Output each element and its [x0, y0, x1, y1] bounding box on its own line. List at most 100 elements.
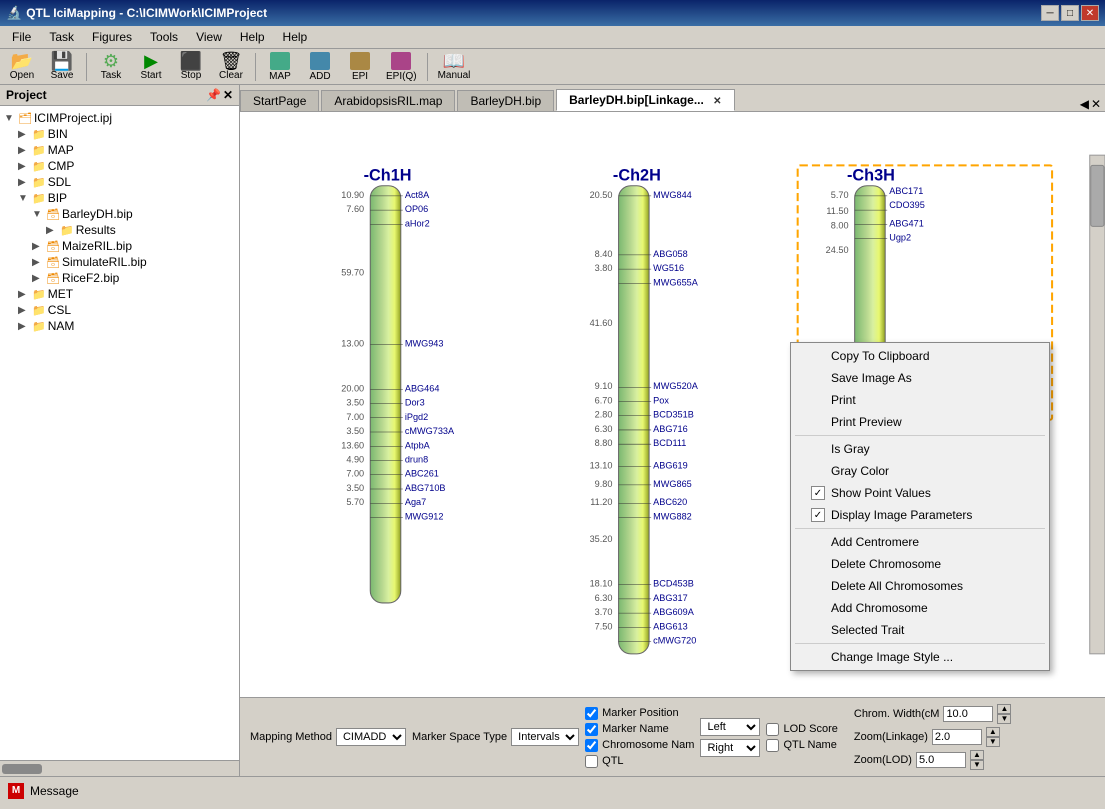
title-bar-buttons: ─ □ ✕: [1041, 5, 1099, 21]
tree-item-csl[interactable]: ▶ 📁 CSL: [18, 302, 235, 318]
tab-scroll-left-icon[interactable]: ◀: [1080, 97, 1089, 111]
tree-item-results[interactable]: ▶ 📁 Results: [46, 222, 235, 238]
h-scroll-thumb[interactable]: [2, 764, 42, 774]
svg-text:7.60: 7.60: [346, 204, 364, 214]
cb-qtl-name-label: QTL Name: [783, 739, 836, 751]
tree-item-bip[interactable]: ▼ 📁 BIP: [18, 190, 235, 206]
ctx-print-preview[interactable]: Print Preview: [791, 411, 1049, 433]
menu-tools[interactable]: Tools: [142, 28, 186, 46]
chart-area[interactable]: -Ch1H: [240, 112, 1105, 697]
ctx-add-centromere[interactable]: Add Centromere: [791, 531, 1049, 553]
ctx-add-chromosome[interactable]: Add Chromosome: [791, 597, 1049, 619]
svg-text:59.70: 59.70: [341, 267, 364, 277]
save-button[interactable]: 💾 Save: [44, 50, 80, 83]
project-panel-header: Project 📌 ✕: [0, 85, 239, 106]
manual-button[interactable]: 📖 Manual: [434, 50, 475, 83]
tab-barleydh[interactable]: BarleyDH.bip: [457, 90, 554, 111]
zoom-lod-up[interactable]: ▲: [970, 750, 984, 760]
chrom-width-up[interactable]: ▲: [997, 704, 1011, 714]
tree-item-ricef2[interactable]: ▶ 🗃 RiceF2.bip: [32, 270, 235, 286]
tree-item-bin[interactable]: ▶ 📁 BIN: [18, 126, 235, 142]
menu-file[interactable]: File: [4, 28, 39, 46]
svg-text:3.50: 3.50: [346, 426, 364, 436]
context-menu: Copy To Clipboard Save Image As Print Pr…: [790, 342, 1050, 671]
tree-item-cmp[interactable]: ▶ 📁 CMP: [18, 158, 235, 174]
ctx-save-image[interactable]: Save Image As: [791, 367, 1049, 389]
ch2h-title: -Ch2H: [613, 167, 661, 185]
ctx-print[interactable]: Print: [791, 389, 1049, 411]
minimize-button[interactable]: ─: [1041, 5, 1059, 21]
tree-item-map[interactable]: ▶ 📁 MAP: [18, 142, 235, 158]
cb-chromosome-name[interactable]: [585, 739, 598, 752]
vert-scrollbar-track[interactable]: [1090, 155, 1105, 654]
menu-task[interactable]: Task: [41, 28, 82, 46]
ctx-check-display-image: ✓: [811, 508, 825, 522]
map-button[interactable]: MAP: [262, 50, 298, 84]
project-horizontal-scroll[interactable]: [0, 760, 239, 776]
start-button[interactable]: ▶ Start: [133, 50, 169, 83]
dd-right-select[interactable]: LeftRight: [700, 739, 760, 757]
zoom-linkage-input[interactable]: [932, 729, 982, 745]
ctx-delete-chromosome[interactable]: Delete Chromosome: [791, 553, 1049, 575]
stop-button[interactable]: ⬛ Stop: [173, 50, 209, 83]
zoom-lod-down[interactable]: ▼: [970, 760, 984, 770]
ctx-show-point-values[interactable]: ✓ Show Point Values: [791, 482, 1049, 504]
menu-help2[interactable]: Help: [275, 28, 316, 46]
cb-qtl-label: QTL: [602, 755, 623, 767]
clear-button[interactable]: 🗑 Clear: [213, 50, 249, 83]
menu-help1[interactable]: Help: [232, 28, 273, 46]
vert-scrollbar-thumb[interactable]: [1091, 165, 1104, 226]
chrom-width-input[interactable]: [943, 706, 993, 722]
tab-close-icon[interactable]: ✕: [713, 96, 721, 107]
marker-space-select[interactable]: Intervals: [511, 728, 579, 746]
ctx-delete-all-chromosomes[interactable]: Delete All Chromosomes: [791, 575, 1049, 597]
tab-arabidopsis[interactable]: ArabidopsisRIL.map: [321, 90, 455, 111]
tab-startpage[interactable]: StartPage: [240, 90, 319, 111]
dd-left-select[interactable]: LeftRight: [700, 718, 760, 736]
cb-qtl-name[interactable]: [766, 739, 779, 752]
tree-item-barleydh[interactable]: ▼ 🗃 BarleyDH.bip: [32, 206, 235, 222]
open-button[interactable]: 📂 Open: [4, 50, 40, 83]
epi-button[interactable]: EPI: [342, 50, 378, 84]
cb-marker-position[interactable]: [585, 707, 598, 720]
svg-text:cMWG720: cMWG720: [653, 636, 696, 646]
tree-item-nam[interactable]: ▶ 📁 NAM: [18, 318, 235, 334]
app-icon: 🔬: [6, 5, 22, 21]
zoom-linkage-down[interactable]: ▼: [986, 737, 1000, 747]
tree-item-simulateril[interactable]: ▶ 🗃 SimulateRIL.bip: [32, 254, 235, 270]
mapping-method-group: Mapping Method CIMADD: [250, 728, 406, 746]
svg-text:4.90: 4.90: [346, 455, 364, 465]
svg-text:ABG058: ABG058: [653, 249, 688, 259]
title-bar: 🔬 QTL IciMapping - C:\ICIMWork\ICIMProje…: [0, 0, 1105, 26]
ctx-change-image-style[interactable]: Change Image Style ...: [791, 646, 1049, 668]
chrom-width-down[interactable]: ▼: [997, 714, 1011, 724]
ctx-gray-color[interactable]: Gray Color: [791, 460, 1049, 482]
cb-lod[interactable]: [766, 723, 779, 736]
maximize-button[interactable]: □: [1061, 5, 1079, 21]
tree-item-maizeri[interactable]: ▶ 🗃 MaizeRIL.bip: [32, 238, 235, 254]
mapping-method-select[interactable]: CIMADD: [336, 728, 406, 746]
ctx-display-image-params[interactable]: ✓ Display Image Parameters: [791, 504, 1049, 526]
panel-close-icon[interactable]: ✕: [223, 88, 233, 102]
tree-item-icimproject[interactable]: ▼ 🗂 ICIMProject.ipj: [4, 110, 235, 126]
panel-float-icon[interactable]: 📌: [206, 88, 221, 102]
close-button[interactable]: ✕: [1081, 5, 1099, 21]
tab-barleydh-linkage[interactable]: BarleyDH.bip[Linkage... ✕: [556, 89, 734, 111]
tab-close-all-icon[interactable]: ✕: [1091, 97, 1101, 111]
spin-group-col: Chrom. Width(cM ▲ ▼ Zoom(Linkage) ▲ ▼: [854, 704, 1011, 770]
add-button[interactable]: ADD: [302, 50, 338, 84]
cb-marker-name[interactable]: [585, 723, 598, 736]
tree-item-met[interactable]: ▶ 📁 MET: [18, 286, 235, 302]
ctx-selected-trait[interactable]: Selected Trait: [791, 619, 1049, 641]
cb-qtl[interactable]: [585, 755, 598, 768]
task-button[interactable]: ⚙ Task: [93, 50, 129, 83]
zoom-linkage-up[interactable]: ▲: [986, 727, 1000, 737]
zoom-lod-input[interactable]: [916, 752, 966, 768]
project-tree: ▼ 🗂 ICIMProject.ipj ▶ 📁 BIN ▶ 📁 MAP ▶ 📁: [0, 106, 239, 760]
menu-figures[interactable]: Figures: [84, 28, 140, 46]
epiq-button[interactable]: EPI(Q): [382, 50, 421, 84]
ctx-copy-clipboard[interactable]: Copy To Clipboard: [791, 345, 1049, 367]
tree-item-sdl[interactable]: ▶ 📁 SDL: [18, 174, 235, 190]
ctx-is-gray[interactable]: Is Gray: [791, 438, 1049, 460]
menu-view[interactable]: View: [188, 28, 230, 46]
